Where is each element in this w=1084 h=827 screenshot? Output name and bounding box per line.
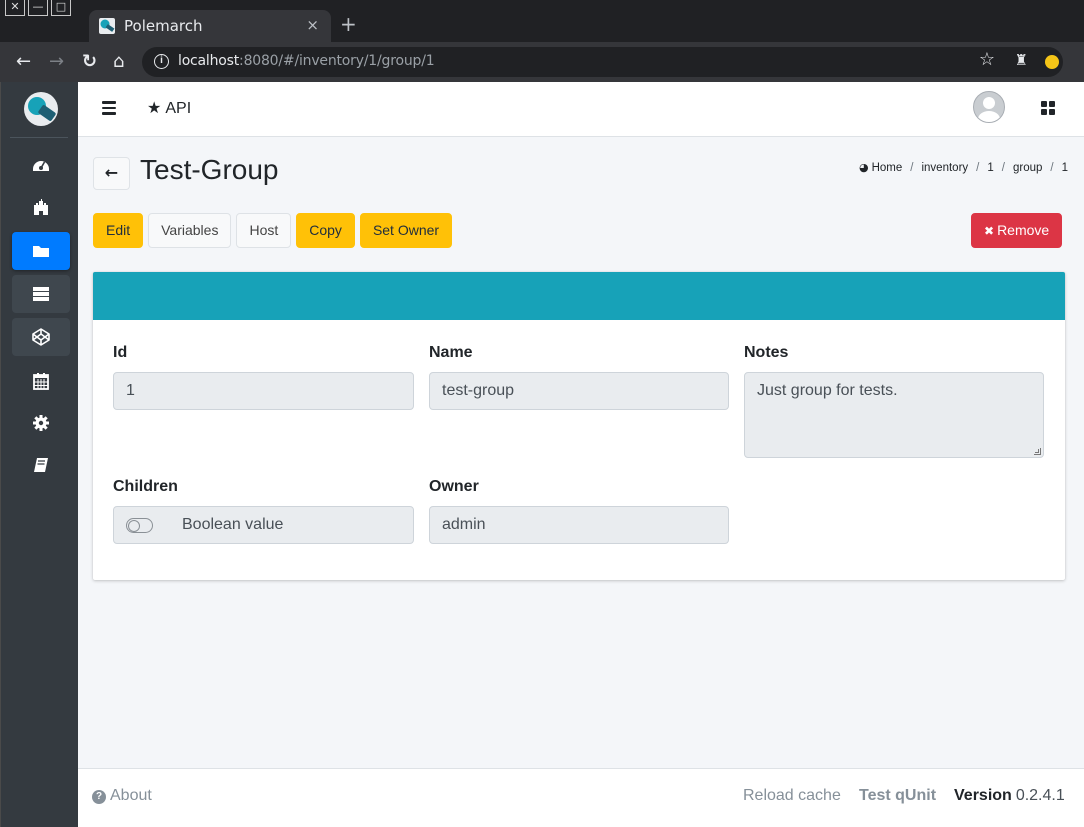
calendar-icon [33, 373, 49, 390]
tab-close-icon[interactable]: × [306, 16, 319, 34]
address-bar[interactable]: i localhost:8080/#/inventory/1/group/1 ☆… [142, 47, 1063, 77]
page-title: Test-Group [140, 154, 279, 185]
bookmark-star-icon[interactable]: ☆ [979, 49, 995, 70]
breadcrumb-separator: / [910, 161, 914, 174]
reload-icon[interactable]: ↻ [82, 50, 97, 74]
user-avatar[interactable] [973, 91, 1005, 123]
back-nav-icon[interactable]: ← [16, 50, 31, 74]
name-field[interactable]: test-group [429, 372, 729, 410]
star-icon: ★ [147, 98, 162, 117]
window-close-icon[interactable]: ✕ [5, 0, 25, 16]
notes-value: Just group for tests. [757, 382, 898, 399]
version-number: 0.2.4.1 [1015, 787, 1065, 804]
children-label: Children [113, 478, 178, 495]
close-icon: ✖ [984, 224, 995, 238]
book-icon [34, 458, 48, 472]
owner-field[interactable]: admin [429, 506, 729, 544]
window-controls: ✕ — □ [5, 0, 71, 16]
site-info-icon[interactable]: i [154, 54, 169, 69]
app-sidebar [0, 82, 78, 827]
sidebar-item-documentation[interactable] [12, 446, 70, 484]
window-minimize-icon[interactable]: — [28, 0, 48, 16]
resize-handle-icon[interactable] [1034, 448, 1041, 455]
children-toggle-label: Boolean value [182, 516, 284, 533]
home-nav-icon[interactable]: ⌂ [113, 50, 124, 74]
apps-grid-icon[interactable] [1041, 101, 1055, 115]
sidebar-item-dashboard[interactable] [12, 146, 70, 184]
server-icon [33, 287, 49, 301]
browser-toolbar: ← → ↻ ⌂ i localhost:8080/#/inventory/1/g… [0, 42, 1084, 82]
about-label: About [110, 787, 152, 804]
version-info: Version 0.2.4.1 [954, 787, 1065, 805]
browser-tab[interactable]: Polemarch × [89, 10, 331, 42]
extension-icon[interactable]: ♜ [1015, 51, 1028, 69]
copy-button[interactable]: Copy [296, 213, 355, 248]
toggle-switch[interactable] [126, 518, 153, 533]
api-link[interactable]: ★ API [147, 98, 191, 118]
group-detail-card: Id 1 Name test-group Notes Just group fo… [93, 272, 1065, 580]
url-text: localhost:8080/#/inventory/1/group/1 [178, 53, 435, 69]
variables-button[interactable]: Variables [148, 213, 232, 248]
main-content: ★ API ← Test-Group ◕ Home / inventory / 1… [78, 82, 1084, 827]
new-tab-icon[interactable]: + [340, 12, 357, 36]
children-field[interactable]: Boolean value [113, 506, 414, 544]
window-border [0, 82, 1, 827]
dashboard-small-icon: ◕ [858, 161, 869, 174]
owner-label: Owner [429, 478, 479, 495]
breadcrumb-group[interactable]: group [1013, 162, 1042, 174]
url-path: :8080/#/inventory/1/group/1 [239, 53, 435, 69]
card-header [93, 272, 1065, 320]
polemarch-logo[interactable] [24, 92, 58, 126]
api-label: API [165, 100, 192, 117]
forward-nav-icon[interactable]: → [49, 50, 64, 74]
breadcrumb-separator: / [1001, 161, 1005, 174]
sidebar-item-settings[interactable] [12, 404, 70, 442]
version-label: Version [954, 787, 1012, 804]
breadcrumb-separator: / [976, 161, 980, 174]
footer: ? About Reload cache Test qUnit Version 0.… [78, 768, 1084, 827]
id-field[interactable]: 1 [113, 372, 414, 410]
dashboard-icon [33, 161, 49, 171]
codepen-icon [32, 328, 50, 346]
sidebar-item-inventory[interactable] [12, 232, 70, 270]
castle-icon [34, 199, 48, 215]
url-host: localhost [178, 53, 240, 69]
breadcrumb-group-id: 1 [1061, 161, 1068, 174]
back-button[interactable]: ← [93, 157, 130, 190]
top-navbar: ★ API [78, 82, 1084, 137]
folder-icon [33, 246, 49, 257]
window-maximize-icon[interactable]: □ [51, 0, 71, 16]
breadcrumb-separator: / [1050, 161, 1054, 174]
about-link[interactable]: ? About [92, 787, 152, 805]
test-qunit-link[interactable]: Test qUnit [859, 787, 936, 805]
polemarch-favicon-icon [99, 18, 115, 34]
name-label: Name [429, 344, 473, 361]
set-owner-button[interactable]: Set Owner [359, 213, 453, 248]
notes-textarea[interactable]: Just group for tests. [744, 372, 1044, 458]
arrow-left-icon: ← [104, 163, 119, 182]
edit-button[interactable]: Edit [93, 213, 144, 248]
host-button[interactable]: Host [236, 213, 292, 248]
tab-title: Polemarch [124, 17, 203, 35]
breadcrumb-inventory-id[interactable]: 1 [987, 162, 993, 174]
breadcrumb: ◕ Home / inventory / 1 / group / 1 [859, 161, 1068, 174]
breadcrumb-home[interactable]: Home [872, 162, 903, 174]
question-circle-icon: ? [92, 790, 106, 804]
reload-cache-link[interactable]: Reload cache [743, 787, 841, 805]
remove-label: Remove [997, 222, 1050, 238]
gear-icon [33, 415, 49, 431]
breadcrumb-inventory[interactable]: inventory [921, 162, 968, 174]
id-label: Id [113, 344, 128, 361]
action-buttons: Edit Variables Host Copy Set Owner [93, 213, 453, 248]
sidebar-item-hosts[interactable] [12, 275, 70, 313]
notes-label: Notes [744, 344, 789, 361]
hamburger-menu-icon[interactable] [102, 101, 116, 115]
sidebar-divider [10, 137, 68, 138]
remove-button[interactable]: ✖ Remove [971, 213, 1063, 248]
browser-tab-bar: ✕ — □ Polemarch × + [0, 0, 1084, 42]
sidebar-item-periodic-tasks[interactable] [12, 362, 70, 400]
browser-profile-icon[interactable] [1045, 55, 1059, 69]
sidebar-item-templates[interactable] [12, 318, 70, 356]
sidebar-item-projects[interactable] [12, 188, 70, 226]
